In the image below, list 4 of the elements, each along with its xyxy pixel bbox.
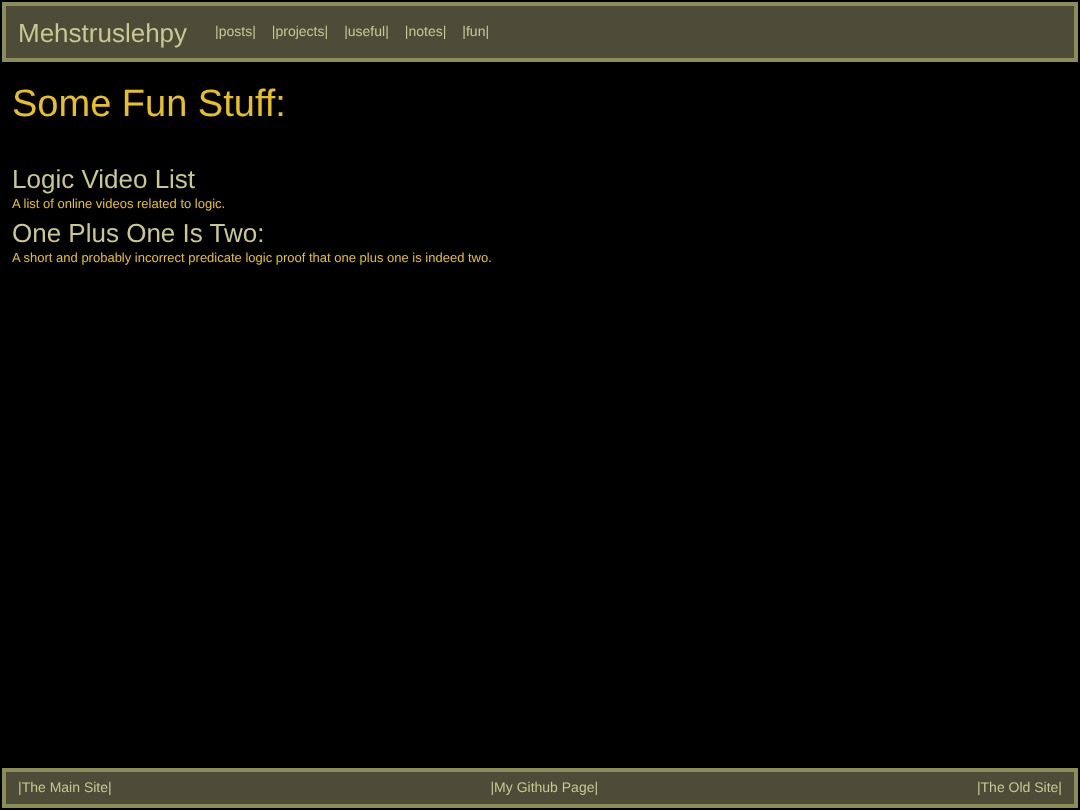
site-title-link[interactable]: Mehstruslehpy xyxy=(18,17,188,47)
entry-title-link[interactable]: One Plus One Is Two: xyxy=(12,218,1068,248)
entry-title-link[interactable]: Logic Video List xyxy=(12,164,1068,194)
page-title: Some Fun Stuff: xyxy=(12,84,288,128)
